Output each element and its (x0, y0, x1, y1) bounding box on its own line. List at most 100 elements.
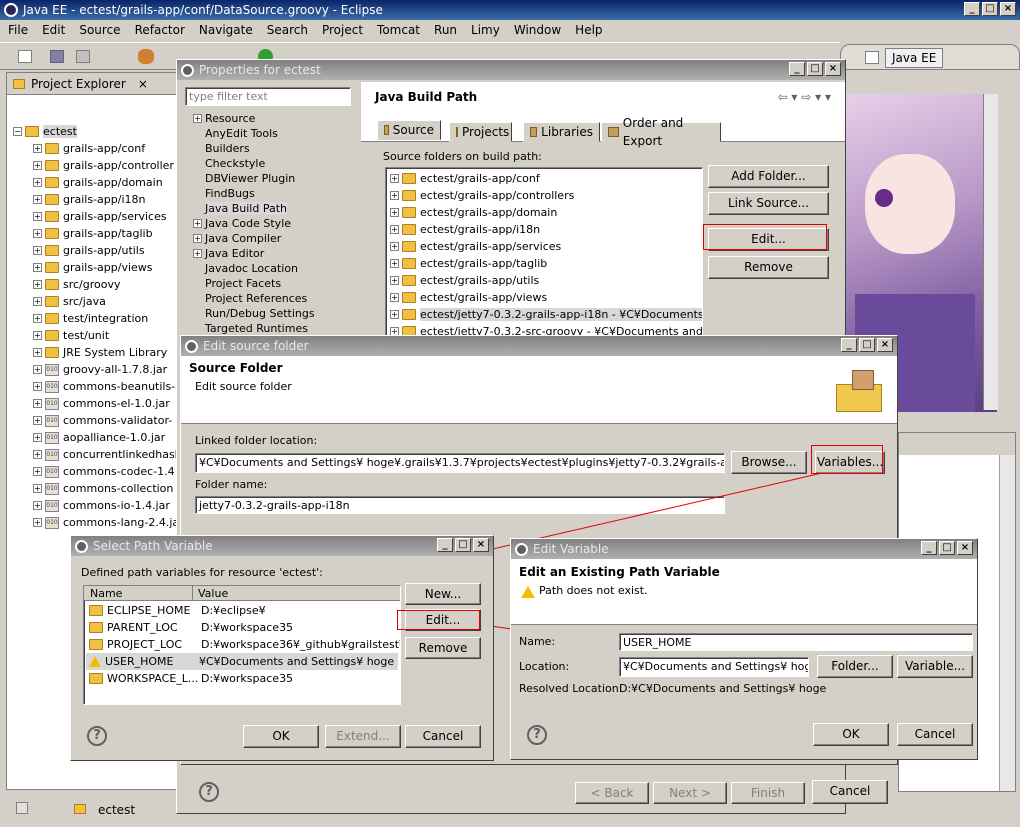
close-view-icon[interactable]: × (138, 77, 148, 91)
expand-icon[interactable]: + (193, 219, 202, 228)
tree-item[interactable]: +010 commons-codec-1.4 (33, 463, 178, 480)
expand-icon[interactable]: + (390, 293, 399, 302)
tree-item[interactable]: + grails-app/taglib (33, 225, 178, 242)
expand-icon[interactable]: + (33, 314, 42, 323)
tree-item[interactable]: +010 concurrentlinkedhasl (33, 446, 178, 463)
back-button[interactable]: < Back (575, 782, 649, 804)
source-folder-item[interactable]: + ectest/grails-app/services (390, 238, 698, 255)
expand-icon[interactable]: + (33, 382, 42, 391)
menu-edit[interactable]: Edit (42, 23, 65, 37)
expand-icon[interactable]: + (33, 246, 42, 255)
expand-icon[interactable]: + (33, 297, 42, 306)
nav-item[interactable]: +FindBugs (193, 186, 363, 201)
menu-window[interactable]: Window (514, 23, 561, 37)
menu-refactor[interactable]: Refactor (135, 23, 185, 37)
expand-icon[interactable]: + (193, 234, 202, 243)
source-folder-item[interactable]: + ectest/grails-app/taglib (390, 255, 698, 272)
nav-item[interactable]: +Javadoc Location (193, 261, 363, 276)
next-button[interactable]: Next > (653, 782, 727, 804)
menu-tomcat[interactable]: Tomcat (377, 23, 420, 37)
editor-scrollbar[interactable] (983, 94, 998, 410)
expand-icon[interactable]: + (33, 484, 42, 493)
expand-icon[interactable]: + (33, 501, 42, 510)
expand-icon[interactable]: + (390, 259, 399, 268)
project-explorer-tab[interactable]: Project Explorer × (7, 73, 177, 95)
column-value[interactable]: Value (198, 587, 228, 600)
nav-item[interactable]: + Java Code Style (193, 216, 363, 231)
nav-item[interactable]: +Targeted Runtimes (193, 321, 363, 336)
tree-item[interactable]: +010 commons-collection (33, 480, 178, 497)
filter-input[interactable]: type filter text (185, 87, 351, 106)
tree-item[interactable]: + grails-app/controller (33, 157, 178, 174)
expand-icon[interactable]: + (390, 208, 399, 217)
fastview-icon[interactable] (16, 802, 28, 814)
expand-icon[interactable]: + (33, 212, 42, 221)
nav-item[interactable]: + Resource (193, 111, 363, 126)
folder-name-field[interactable]: jetty7-0.3.2-grails-app-i18n (195, 496, 725, 514)
cancel-button[interactable]: Cancel (812, 780, 888, 804)
expand-icon[interactable]: + (390, 310, 399, 319)
expand-icon[interactable]: + (33, 348, 42, 357)
minimize-button[interactable]: _ (841, 338, 857, 352)
source-folder-item[interactable]: + ectest/grails-app/utils (390, 272, 698, 289)
source-folder-item[interactable]: + ectest/jetty7-0.3.2-grails-app-i18n - ¥… (390, 306, 702, 323)
expand-icon[interactable]: + (390, 242, 399, 251)
source-folder-item[interactable]: + ectest/grails-app/views (390, 289, 698, 306)
nav-item[interactable]: + Java Compiler (193, 231, 363, 246)
expand-icon[interactable]: + (390, 225, 399, 234)
tree-item[interactable]: + grails-app/views (33, 259, 178, 276)
expand-icon[interactable]: + (390, 191, 399, 200)
expand-icon[interactable]: + (390, 174, 399, 183)
tree-item[interactable]: + JRE System Library (33, 344, 178, 361)
tree-item[interactable]: + grails-app/domain (33, 174, 178, 191)
expand-icon[interactable]: + (193, 249, 202, 258)
tree-item[interactable]: +010 commons-validator- (33, 412, 178, 429)
ok-var-button[interactable]: OK (813, 723, 889, 746)
tree-item[interactable]: +010 groovy-all-1.7.8.jar (33, 361, 178, 378)
tree-item[interactable]: +010 aopalliance-1.0.jar (33, 429, 178, 446)
expand-icon[interactable]: + (33, 280, 42, 289)
tree-item[interactable]: +010 commons-lang-2.4.ja (33, 514, 179, 531)
table-row[interactable]: PROJECT_LOC D:¥workspace36¥_github¥grails… (86, 636, 400, 653)
menu-search[interactable]: Search (267, 23, 308, 37)
source-folder-item[interactable]: + ectest/grails-app/conf (390, 170, 698, 187)
remove-var-button[interactable]: Remove (405, 637, 481, 659)
nav-item[interactable]: +Java Build Path (193, 201, 363, 216)
close-button[interactable]: × (1000, 2, 1016, 16)
tree-item[interactable]: +010 commons-beanutils- (33, 378, 178, 395)
tree-item[interactable]: + test/unit (33, 327, 178, 344)
expand-icon[interactable]: + (33, 331, 42, 340)
expand-icon[interactable]: + (33, 365, 42, 374)
linked-location-field[interactable]: ¥C¥Documents and Settings¥ hoge¥.grails¥… (195, 453, 725, 473)
help-icon[interactable]: ? (87, 726, 107, 746)
nav-item[interactable]: +Project Facets (193, 276, 363, 291)
expand-icon[interactable]: + (33, 229, 42, 238)
bug-icon[interactable] (138, 49, 154, 64)
column-name[interactable]: Name (90, 587, 122, 600)
tree-item[interactable]: + grails-app/utils (33, 242, 178, 259)
table-row[interactable]: PARENT_LOC D:¥workspace35 (86, 619, 398, 636)
source-folder-item[interactable]: + ectest/grails-app/domain (390, 204, 698, 221)
help-icon[interactable]: ? (199, 782, 219, 802)
source-folders-tree[interactable]: + ectest/grails-app/conf + ectest/grails-ap… (385, 167, 703, 337)
menu-help[interactable]: Help (575, 23, 602, 37)
finish-button[interactable]: Finish (731, 782, 805, 804)
close-button[interactable]: × (877, 338, 893, 352)
expand-icon[interactable]: + (33, 450, 42, 459)
expand-icon[interactable]: + (33, 467, 42, 476)
tree-item[interactable]: + grails-app/conf (33, 140, 178, 157)
expand-icon[interactable]: + (33, 416, 42, 425)
minimize-button[interactable]: _ (964, 2, 980, 16)
nav-item[interactable]: +Project References (193, 291, 363, 306)
expand-icon[interactable]: + (390, 276, 399, 285)
tree-item[interactable]: + test/integration (33, 310, 178, 327)
ok-button[interactable]: OK (243, 725, 319, 748)
close-button[interactable]: × (957, 541, 973, 555)
tab-libraries[interactable]: Libraries (523, 122, 600, 142)
tree-item[interactable]: +010 commons-el-1.0.jar (33, 395, 178, 412)
menu-run[interactable]: Run (434, 23, 457, 37)
cancel-edit-var-button[interactable]: Cancel (897, 723, 973, 746)
nav-item[interactable]: +Checkstyle (193, 156, 363, 171)
menu-source[interactable]: Source (79, 23, 120, 37)
expand-icon[interactable]: + (33, 161, 42, 170)
